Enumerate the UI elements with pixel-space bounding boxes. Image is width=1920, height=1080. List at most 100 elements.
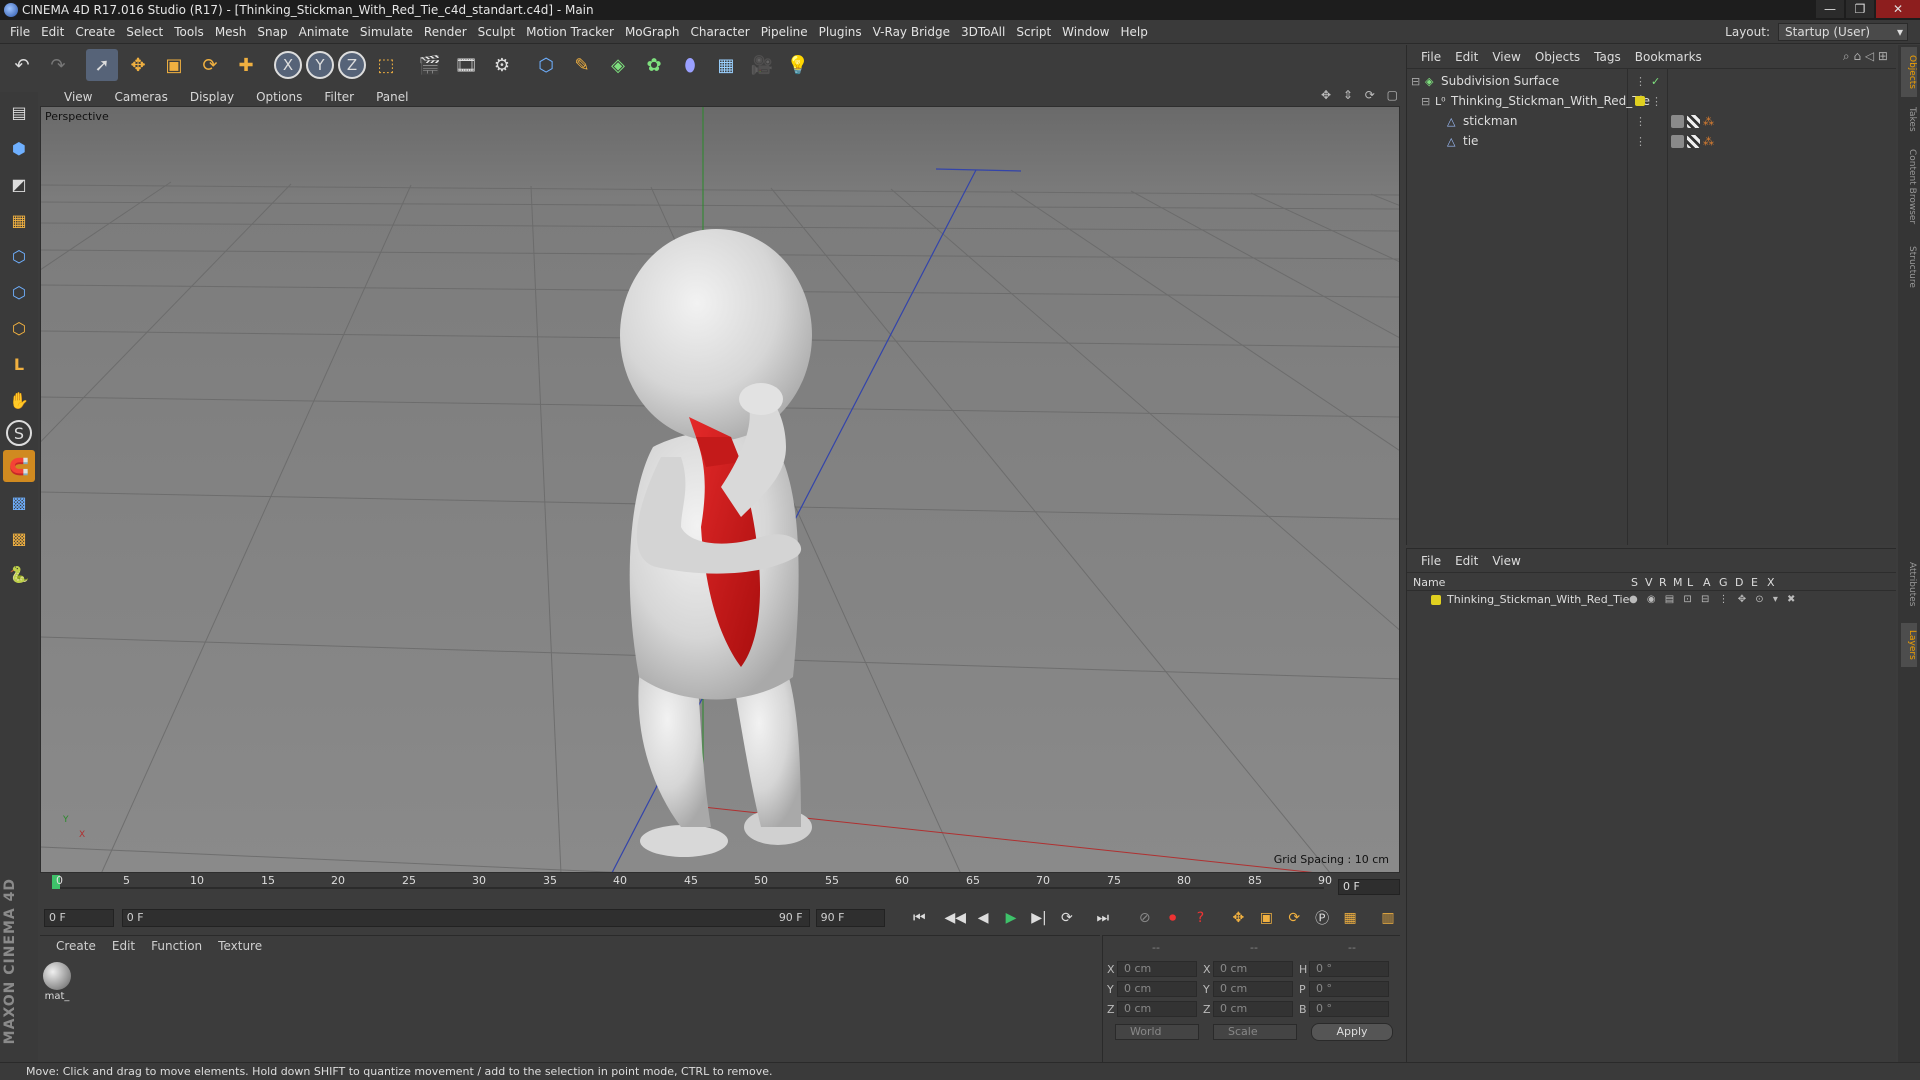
close-button[interactable]: ✕ (1876, 0, 1920, 18)
object-manager-search-icon[interactable]: ⌕ ⌂ ◁ ⊞ (1843, 49, 1888, 64)
coordinate-mode-dropdown[interactable]: World (1115, 1024, 1199, 1040)
frame-range-slider[interactable]: 0 F 90 F (121, 909, 810, 927)
maximize-button[interactable]: ❐ (1846, 0, 1874, 18)
position-z-field[interactable]: 0 cm (1117, 1001, 1197, 1017)
tweak-icon[interactable]: ✋ (3, 384, 35, 416)
objects-menu-objects[interactable]: Objects (1535, 50, 1580, 64)
render-picture-viewer-icon[interactable]: 🎞 (450, 49, 482, 81)
key-position-icon[interactable]: ✥ (1226, 906, 1250, 930)
menu-motion-tracker[interactable]: Motion Tracker (526, 25, 614, 39)
python-icon[interactable]: 🐍 (3, 558, 35, 590)
viewport-menu-display[interactable]: Display (190, 90, 234, 104)
phong-tag-icon[interactable] (1671, 115, 1684, 128)
move-icon[interactable]: ✥ (122, 49, 154, 81)
texture-mode-icon[interactable]: ◩ (3, 168, 35, 200)
key-rotation-icon[interactable]: ⟳ (1282, 906, 1306, 930)
viewport-menu-cameras[interactable]: Cameras (114, 90, 167, 104)
visibility-icon[interactable]: ⋮ (1651, 96, 1662, 107)
array-icon[interactable]: ✿ (638, 49, 670, 81)
layer-col-l[interactable]: L (1687, 576, 1693, 589)
current-frame-field[interactable]: 0 F (1338, 879, 1400, 895)
tab-structure[interactable]: Structure (1901, 239, 1917, 295)
layout-dropdown[interactable]: Startup (User) (1778, 23, 1908, 41)
autokey-icon[interactable]: ? (1189, 906, 1213, 930)
layers-menu-edit[interactable]: Edit (1455, 554, 1478, 568)
tab-takes[interactable]: Takes (1901, 101, 1917, 137)
go-to-start-icon[interactable]: ⏮ (907, 906, 931, 930)
z-axis-icon[interactable]: Z (338, 51, 366, 79)
menu-render[interactable]: Render (424, 25, 467, 39)
size-z-field[interactable]: 0 cm (1213, 1001, 1293, 1017)
phong-tag-icon[interactable] (1671, 135, 1684, 148)
menu-help[interactable]: Help (1120, 25, 1147, 39)
rotation-p-field[interactable]: 0 ° (1309, 981, 1389, 997)
layers-menu-view[interactable]: View (1492, 554, 1520, 568)
layer-toggle-icons[interactable]: ● ◉ ▤ ⊡ ⊟ ⋮ ✥ ⊙ ▾ ✖ (1629, 592, 1798, 608)
material-item[interactable]: mat_ (43, 962, 71, 1002)
viewport-menu-options[interactable]: Options (256, 90, 302, 104)
position-y-field[interactable]: 0 cm (1117, 981, 1197, 997)
menu-character[interactable]: Character (690, 25, 749, 39)
objects-menu-file[interactable]: File (1421, 50, 1441, 64)
points-mode-icon[interactable]: ⬡ (3, 240, 35, 272)
go-to-end-icon[interactable]: ⏭ (1091, 906, 1115, 930)
layer-color-icon[interactable] (1431, 595, 1441, 605)
menu-file[interactable]: File (10, 25, 30, 39)
play-icon[interactable]: ▶ (999, 906, 1023, 930)
material-menu-texture[interactable]: Texture (218, 939, 262, 953)
object-row-tie[interactable]: △ tie ⋮ ⁂ (1407, 132, 1896, 151)
redo-icon[interactable]: ↷ (42, 49, 74, 81)
key-pla-icon[interactable]: ▦ (1338, 906, 1362, 930)
menu-tools[interactable]: Tools (174, 25, 204, 39)
texture-tag-icon[interactable] (1687, 135, 1700, 148)
live-selection-icon[interactable]: ➚ (86, 49, 118, 81)
menu-pipeline[interactable]: Pipeline (761, 25, 808, 39)
rotation-h-field[interactable]: 0 ° (1309, 961, 1389, 977)
material-preview[interactable] (43, 962, 71, 990)
visibility-icon[interactable]: ⋮ (1635, 136, 1646, 147)
layer-col-e[interactable]: E (1751, 576, 1758, 589)
tab-content-browser[interactable]: Content Browser (1901, 141, 1917, 233)
grid-snap-icon[interactable]: ▩ (3, 486, 35, 518)
viewport-menu-filter[interactable]: Filter (324, 90, 354, 104)
menu-edit[interactable]: Edit (41, 25, 64, 39)
timeline-track[interactable] (52, 887, 1324, 889)
layer-col-d[interactable]: D (1735, 576, 1743, 589)
menu-window[interactable]: Window (1062, 25, 1109, 39)
layer-col-r[interactable]: R (1659, 576, 1667, 589)
edges-mode-icon[interactable]: ⬡ (3, 276, 35, 308)
tab-layers[interactable]: Layers (1901, 623, 1917, 667)
viewport[interactable]: Perspective Y X Grid Spacing : 10 cm (40, 106, 1400, 873)
object-name[interactable]: tie (1463, 132, 1478, 151)
floor-icon[interactable]: ▦ (710, 49, 742, 81)
object-row-stickman-group[interactable]: ⊟ L⁰ Thinking_Stickman_With_Red_Tie ⋮ (1407, 92, 1896, 111)
subdivision-icon[interactable]: ◈ (602, 49, 634, 81)
layer-col-s[interactable]: S (1631, 576, 1638, 589)
workplane-icon[interactable]: ▦ (3, 204, 35, 236)
magnet-icon[interactable]: 🧲 (3, 450, 35, 482)
x-axis-icon[interactable]: X (274, 51, 302, 79)
timeline[interactable]: 0 5 10 15 20 25 30 35 40 45 50 55 60 65 … (40, 873, 1400, 901)
collapse-icon[interactable]: ⊟ (1411, 76, 1422, 87)
tab-objects[interactable]: Objects (1901, 47, 1917, 97)
layers-menu-file[interactable]: File (1421, 554, 1441, 568)
previous-frame-icon[interactable]: ◀ (971, 906, 995, 930)
object-name[interactable]: Subdivision Surface (1441, 72, 1559, 91)
menu-simulate[interactable]: Simulate (360, 25, 413, 39)
visibility-icon[interactable]: ⋮ (1635, 116, 1646, 127)
size-x-field[interactable]: 0 cm (1213, 961, 1293, 977)
axis-icon[interactable]: L (3, 348, 35, 380)
size-mode-dropdown[interactable]: Scale (1213, 1024, 1297, 1040)
timeline-layout-icon[interactable]: ▥ (1376, 906, 1400, 930)
menu-plugins[interactable]: Plugins (819, 25, 862, 39)
object-row-subdivision[interactable]: ⊟ ◈ Subdivision Surface ⋮ ✓ (1407, 72, 1896, 91)
menu-sculpt[interactable]: Sculpt (478, 25, 515, 39)
object-name[interactable]: Thinking_Stickman_With_Red_Tie (1451, 92, 1650, 111)
key-scale-icon[interactable]: ▣ (1254, 906, 1278, 930)
visibility-icon[interactable]: ⋮ (1635, 76, 1646, 87)
world-coordinate-icon[interactable]: ⬚ (370, 49, 402, 81)
object-row-stickman[interactable]: △ stickman ⋮ ⁂ (1407, 112, 1896, 131)
previous-key-icon[interactable]: ◀◀ (943, 906, 967, 930)
make-editable-icon[interactable]: ▤ (3, 96, 35, 128)
pen-spline-icon[interactable]: ✎ (566, 49, 598, 81)
